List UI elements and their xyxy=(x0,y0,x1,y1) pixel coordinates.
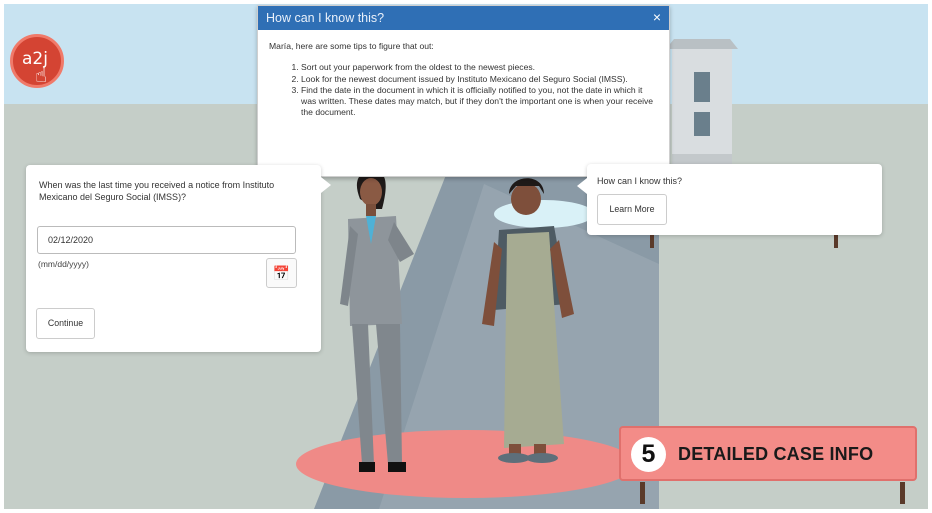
building xyxy=(666,39,738,174)
pointer-hand-icon: ☝ xyxy=(35,63,48,87)
tip-item: Sort out your paperwork from the oldest … xyxy=(301,62,657,73)
dialog-body: María, here are some tips to figure that… xyxy=(258,30,669,119)
question-card: When was the last time you received a no… xyxy=(26,165,331,352)
step-number: 5 xyxy=(631,437,666,472)
question-text: When was the last time you received a no… xyxy=(39,180,275,202)
tip-item: Find the date in the document in which i… xyxy=(301,85,657,119)
step-label: DETAILED CASE INFO xyxy=(678,444,874,464)
date-input[interactable]: 02/12/2020 xyxy=(37,226,296,254)
close-icon[interactable]: × xyxy=(653,9,661,25)
dialog-header: How can I know this? × xyxy=(258,6,669,30)
step-sign: 5 DETAILED CASE INFO xyxy=(619,426,917,481)
learn-more-button[interactable]: Learn More xyxy=(597,194,667,225)
help-text: How can I know this? xyxy=(597,176,683,186)
tips-list: Sort out your paperwork from the oldest … xyxy=(301,62,657,118)
date-format-hint: (mm/dd/yyyy) xyxy=(38,259,89,269)
continue-button[interactable]: Continue xyxy=(36,308,95,339)
learn-more-dialog: How can I know this? × María, here are s… xyxy=(257,5,670,177)
dialog-title: How can I know this? xyxy=(266,11,385,25)
calendar-button[interactable]: 📅 xyxy=(266,258,297,288)
help-card: How can I know this? Learn More xyxy=(577,164,882,235)
calendar-icon: 📅 xyxy=(272,265,291,281)
tip-item: Look for the newest document issued by I… xyxy=(301,74,657,85)
dialog-intro: María, here are some tips to figure that… xyxy=(269,41,434,51)
a2j-logo[interactable]: a2j ☝ xyxy=(10,34,64,88)
